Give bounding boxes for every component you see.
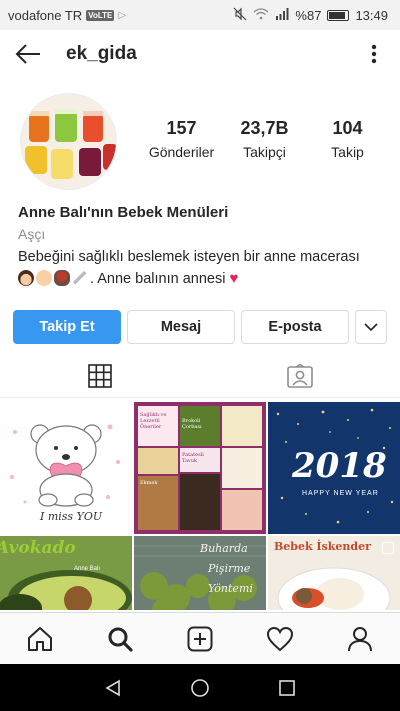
collage-tile	[138, 448, 178, 474]
post-thumbnail[interactable]: I miss YOU	[0, 402, 132, 534]
back-button[interactable]	[0, 30, 56, 78]
follow-button[interactable]: Takip Et	[13, 310, 121, 344]
bio-text: Bebeğini sağlıklı beslemek isteyen bir a…	[18, 246, 388, 290]
nav-profile[interactable]	[335, 617, 385, 661]
clock: 13:49	[355, 7, 388, 23]
avatar-jars-image	[21, 94, 116, 189]
profile-tabs	[0, 354, 400, 398]
suggested-accounts-button[interactable]	[355, 310, 387, 344]
carrier-label: vodafone TR	[8, 7, 83, 23]
more-options-button[interactable]	[356, 36, 392, 72]
post-happy-new-year: HAPPY NEW YEAR	[302, 490, 379, 497]
collage-tile	[222, 490, 262, 530]
stat-followers-count: 23,7B	[240, 118, 289, 138]
battery-percent: %87	[295, 7, 322, 23]
post-year-2018: 2018	[292, 446, 387, 486]
nav-home[interactable]	[15, 617, 65, 661]
profile-bio: Anne Balı'nın Bebek Menüleri Aşçı Bebeği…	[18, 204, 388, 290]
email-button[interactable]: E-posta	[241, 310, 349, 344]
stat-followers[interactable]: 23,7B Takipçi	[223, 118, 306, 160]
tab-tagged[interactable]	[200, 354, 400, 398]
nav-search[interactable]	[95, 617, 145, 661]
post-thumbnail[interactable]: Buharda Pişirme Yöntemi	[134, 536, 266, 610]
triangle-back-icon	[105, 679, 121, 696]
profile-actions: Takip Et Mesaj E-posta	[13, 310, 387, 344]
circle-home-icon	[191, 678, 209, 697]
profile-stats: 157 Gönderiler 23,7B Takipçi 104 Takip	[140, 118, 390, 160]
multiple-photos-icon	[382, 542, 394, 554]
profile-category: Aşçı	[18, 226, 46, 242]
profile-username: ek_gida	[66, 43, 137, 64]
stat-posts[interactable]: 157 Gönderiler	[140, 118, 223, 160]
bottom-nav	[0, 612, 400, 664]
collage-text-3: Patatesli Tavuk	[182, 452, 204, 464]
post-thumbnail[interactable]: Sağlıklı ve Lezzetli Öneriler Brokoli Ço…	[134, 402, 266, 534]
chevron-down-icon	[364, 323, 378, 331]
post-avokado-sub: Anne Balı	[74, 566, 101, 572]
stat-posts-count: 157	[166, 118, 197, 138]
more-vertical-icon	[371, 44, 377, 64]
posts-grid: I miss YOU Sağlıklı ve Lezzetli Öneriler…	[0, 402, 400, 610]
stat-following-label: Takip	[331, 144, 364, 160]
bio-line-2-text: . Anne balının annesi	[90, 271, 226, 287]
plus-square-icon	[187, 626, 213, 651]
stat-following[interactable]: 104 Takip	[306, 118, 389, 160]
status-left: vodafone TR VoLTE ▷	[8, 8, 126, 23]
home-icon	[28, 626, 52, 651]
baby-emoji-icon	[36, 270, 52, 286]
stat-following-count: 104	[332, 118, 363, 138]
avatar[interactable]	[20, 93, 117, 190]
spoon-emoji-icon	[72, 270, 88, 286]
post-caption-i-miss-you: I miss YOU	[40, 510, 103, 523]
red-heart-icon: ♥	[229, 270, 239, 287]
heart-icon	[266, 626, 294, 651]
stew-pot-emoji-icon	[54, 270, 70, 286]
arrow-left-icon	[15, 44, 40, 64]
woman-emoji-icon	[18, 270, 34, 286]
collage-tile	[222, 406, 262, 446]
battery-fill	[329, 11, 346, 19]
stat-posts-label: Gönderiler	[148, 144, 215, 160]
wifi-icon	[253, 7, 269, 23]
app-header: ek_gida	[0, 30, 400, 78]
post-thumbnail[interactable]: 2018 HAPPY NEW YEAR	[268, 402, 400, 534]
volte-badge: VoLTE	[86, 9, 115, 21]
post-thumbnail[interactable]: Bebek İskender	[268, 536, 400, 610]
bio-line-2-container: . Anne balının annesi ♥	[18, 268, 388, 290]
play-icon: ▷	[118, 9, 127, 21]
message-button[interactable]: Mesaj	[127, 310, 235, 344]
status-right: %87 13:49	[233, 7, 388, 24]
post-steam-line-3: Yöntemi	[208, 582, 253, 595]
post-avokado-title: Avokado	[0, 538, 76, 558]
search-icon	[108, 627, 133, 652]
collage-text-4: Ekmek	[140, 480, 158, 486]
collage-tile	[180, 474, 220, 530]
signal-icon	[275, 7, 289, 23]
battery-icon	[327, 9, 350, 21]
collage-text-1: Sağlıklı ve Lezzetli Öneriler	[140, 412, 167, 430]
collage-text-2: Brokoli Çorbası	[182, 418, 202, 430]
square-recents-icon	[278, 679, 295, 696]
post-thumbnail[interactable]: Avokado Anne Balı	[0, 536, 132, 610]
profile-icon	[348, 626, 372, 651]
tab-divider	[0, 397, 400, 398]
bio-line-1: Bebeğini sağlıklı beslemek isteyen bir a…	[18, 249, 360, 265]
post-steam-line-1: Buharda	[200, 542, 248, 555]
collage-tile	[222, 448, 262, 488]
nav-activity[interactable]	[255, 617, 305, 661]
tagged-person-icon	[287, 364, 313, 388]
stat-followers-label: Takipçi	[243, 144, 286, 160]
grid-icon	[88, 364, 112, 388]
system-nav-bar	[0, 664, 400, 711]
nav-new-post[interactable]	[175, 617, 225, 661]
tab-grid[interactable]	[0, 354, 200, 398]
mute-icon	[233, 7, 247, 24]
system-recents-button[interactable]	[267, 668, 307, 708]
post-iskender-title: Bebek İskender	[274, 540, 371, 553]
system-home-button[interactable]	[180, 668, 220, 708]
system-back-button[interactable]	[93, 668, 133, 708]
profile-display-name: Anne Balı'nın Bebek Menüleri	[18, 204, 229, 221]
post-steam-line-2: Pişirme	[208, 562, 251, 575]
status-bar: vodafone TR VoLTE ▷ %87 13:49	[0, 0, 400, 30]
